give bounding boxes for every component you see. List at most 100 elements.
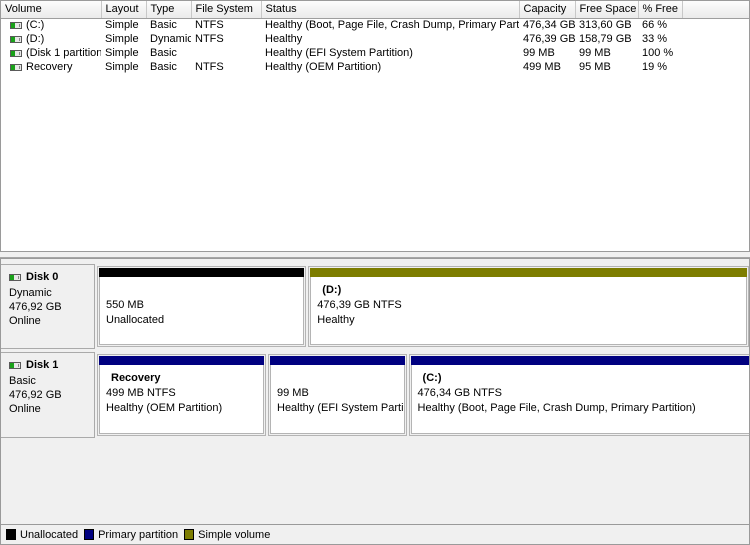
volume-icon (10, 35, 22, 43)
partition-title: (C:) (422, 372, 442, 384)
disk-row: Disk 1 Basic 476,92 GB Online Recovery 499 MB… (1, 352, 749, 438)
volume-cell-layout: Simple (105, 47, 139, 59)
partition-status: Healthy (EFI System Parti (277, 402, 404, 414)
volume-cell-status: Healthy (OEM Partition) (265, 61, 382, 73)
volume-cell-status: Healthy (265, 33, 303, 45)
disk-info-panel[interactable]: Disk 1 Basic 476,92 GB Online (1, 352, 95, 438)
volume-label: (Disk 1 partition 2) (26, 47, 101, 59)
partition-details: 99 MB Healthy (EFI System Parti (270, 365, 405, 434)
partition-size: 476,39 GB NTFS (317, 299, 402, 311)
partition-status: Healthy (317, 314, 355, 326)
volume-cell-spacer (682, 32, 749, 46)
volume-cell-layout: Simple (105, 33, 139, 45)
volume-cell-file-system: NTFS (195, 33, 224, 45)
column-header-capacity[interactable]: Capacity (519, 1, 576, 19)
legend-item: Simple volume (184, 529, 270, 541)
volume-cell-type: Basic (150, 19, 177, 32)
volume-icon (10, 49, 22, 57)
volume-icon (10, 63, 22, 71)
volume-row[interactable]: (Disk 1 partition 2) Simple Basic Healthy (… (1, 46, 749, 60)
partition-details: (C:) 476,34 GB NTFS Healthy (Boot, Page Fi… (410, 365, 749, 434)
column-header--free[interactable]: % Free (638, 1, 683, 19)
volume-row[interactable]: (C:) Simple Basic NTFS Healthy (Boot, Page F… (1, 18, 749, 32)
column-header-type[interactable]: Type (146, 1, 192, 19)
partition-color-bar (310, 268, 747, 277)
volume-row-name-cell: (D:) (1, 32, 101, 46)
volume-label: (C:) (26, 19, 45, 32)
legend-item: Primary partition (84, 529, 178, 541)
volume-row[interactable]: Recovery Simple Basic NTFS Healthy (OEM Part… (1, 60, 749, 74)
volume-cell-capacity: 476,34 GB (523, 19, 575, 32)
volume-cell-type: Dynamic (150, 33, 191, 45)
partition-color-bar (99, 268, 305, 277)
volume-cell-free-space: 95 MB (579, 61, 611, 73)
volume-cell-file-system: NTFS (195, 19, 224, 32)
partition-size: 550 MB (106, 299, 144, 311)
disk-name: Disk 1 (26, 359, 59, 371)
volume-cell-percent-free: 19 % (642, 61, 668, 73)
volume-row-name-cell: (C:) (1, 18, 101, 32)
volume-label: (D:) (26, 33, 45, 45)
volume-table: Volume Layout Type File System Status Capacit… (1, 1, 749, 74)
disk-management-window: Volume Layout Type File System Status Capacit… (0, 0, 750, 545)
disk-partition[interactable]: (C:) 476,34 GB NTFS Healthy (Boot, Page Fi… (408, 354, 749, 436)
disk-graphical-pane: Disk 0 Dynamic 476,92 GB Online 550 MB Unall… (0, 258, 750, 524)
legend-swatch (184, 529, 195, 540)
volume-cell-capacity: 499 MB (523, 61, 561, 73)
partition-details: (D:) 476,39 GB NTFS Healthy (310, 277, 747, 345)
disk-name: Disk 0 (26, 271, 59, 283)
legend-swatch (84, 529, 95, 540)
partition-title: (D:) (322, 284, 342, 296)
partition-size: 499 MB NTFS (106, 387, 176, 399)
column-header-blank[interactable] (682, 1, 749, 19)
volume-cell-layout: Simple (105, 19, 139, 32)
volume-icon (10, 21, 22, 29)
volume-cell-capacity: 476,39 GB (523, 33, 575, 45)
volume-cell-capacity: 99 MB (523, 47, 555, 59)
partition-color-bar (270, 356, 405, 365)
column-header-free-space[interactable]: Free Space (575, 1, 639, 19)
volume-label: Recovery (26, 61, 73, 73)
volume-cell-percent-free: 66 % (642, 19, 668, 32)
disk-info-panel[interactable]: Disk 0 Dynamic 476,92 GB Online (1, 264, 95, 349)
volume-cell-status: Healthy (Boot, Page File, Crash Dump, Pr… (265, 19, 519, 32)
volume-row-name-cell: Recovery (1, 60, 101, 74)
volume-cell-file-system: NTFS (195, 61, 224, 73)
legend-bar: Unallocated Primary partition Simple volum… (0, 524, 750, 545)
legend-item: Unallocated (6, 529, 78, 541)
disk-state: Online (9, 315, 41, 327)
disk-partition[interactable]: 99 MB Healthy (EFI System Parti (268, 354, 407, 436)
volume-cell-spacer (682, 46, 749, 60)
partition-size: 476,34 GB NTFS (417, 387, 502, 399)
volume-row[interactable]: (D:) Simple Dynamic NTFS Healthy 476,39 GB 158… (1, 32, 749, 46)
disk-partition[interactable]: 550 MB Unallocated (97, 266, 307, 347)
column-header-layout[interactable]: Layout (101, 1, 147, 19)
partition-size: 99 MB (277, 387, 309, 399)
disk-type: Dynamic (9, 287, 52, 299)
volume-cell-free-space: 158,79 GB (579, 33, 632, 45)
partition-status: Unallocated (106, 314, 165, 326)
volume-cell-free-space: 99 MB (579, 47, 611, 59)
column-header-volume[interactable]: Volume (1, 1, 102, 19)
column-header-status[interactable]: Status (261, 1, 520, 19)
volume-cell-status: Healthy (EFI System Partition) (265, 47, 413, 59)
disk-partition[interactable]: (D:) 476,39 GB NTFS Healthy (308, 266, 749, 347)
volume-cell-spacer (682, 60, 749, 74)
column-header-file-system[interactable]: File System (191, 1, 262, 19)
disk-partition[interactable]: Recovery 499 MB NTFS Healthy (OEM Partitio… (97, 354, 266, 436)
legend-label: Simple volume (198, 528, 271, 541)
disk-size: 476,92 GB (9, 389, 62, 401)
partition-status: Healthy (OEM Partition) (106, 402, 223, 414)
volume-cell-type: Basic (150, 61, 177, 73)
legend-label: Unallocated (20, 528, 79, 541)
disk-type: Basic (9, 375, 36, 387)
volume-list-pane: Volume Layout Type File System Status Capacit… (0, 0, 750, 251)
disk-icon (9, 273, 21, 281)
volume-cell-percent-free: 100 % (642, 47, 674, 59)
horizontal-splitter[interactable] (0, 251, 750, 258)
partition-details: Recovery 499 MB NTFS Healthy (OEM Partitio… (99, 365, 264, 434)
partition-details: 550 MB Unallocated (99, 277, 305, 345)
volume-table-header-row: Volume Layout Type File System Status Capacit… (1, 1, 749, 19)
volume-cell-free-space: 313,60 GB (579, 19, 632, 32)
volume-cell-percent-free: 33 % (642, 33, 668, 45)
